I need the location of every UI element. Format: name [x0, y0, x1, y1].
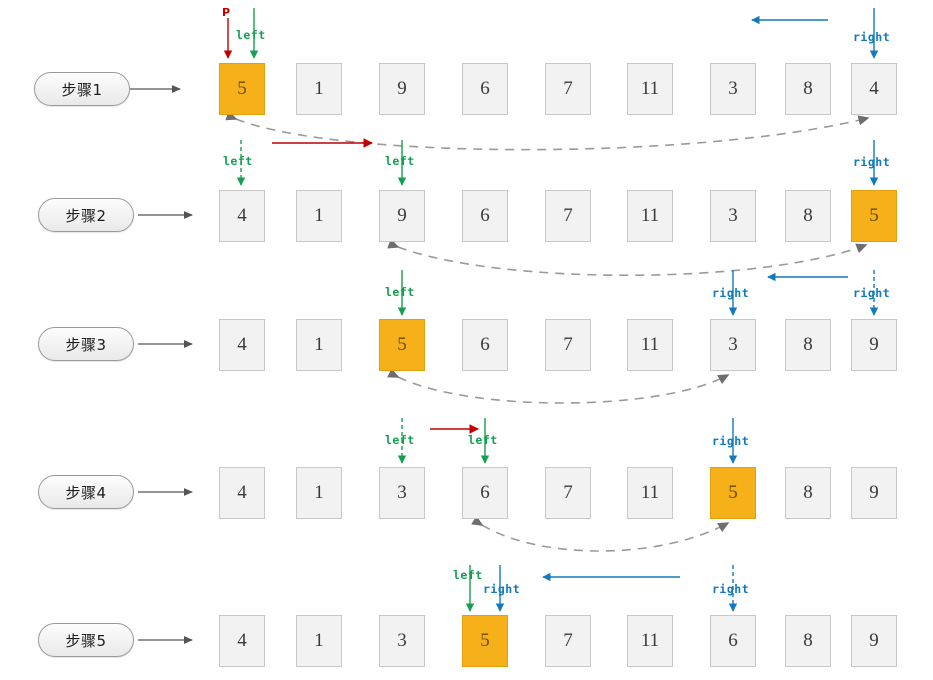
array-cell[interactable]: 1	[296, 615, 342, 667]
array-cell[interactable]: 4	[219, 190, 265, 242]
left-label-row2: left	[385, 154, 415, 168]
array-cell[interactable]: 9	[851, 615, 897, 667]
array-cell[interactable]: 4	[219, 319, 265, 371]
row2-pointers	[236, 138, 879, 186]
step-label-1: 步骤1	[34, 72, 130, 106]
array-cell[interactable]: 5	[379, 319, 425, 371]
row1-pointers	[223, 8, 879, 59]
array-cell[interactable]: 11	[627, 63, 673, 115]
right-label-row1: right	[853, 30, 891, 44]
array-cell[interactable]: 3	[379, 615, 425, 667]
array-cell[interactable]: 4	[851, 63, 897, 115]
right-label-row3: right	[712, 286, 750, 300]
step-label-text: 步骤3	[65, 335, 107, 354]
array-cell[interactable]: 1	[296, 467, 342, 519]
row3-pointers	[397, 270, 879, 316]
left-label-row3: left	[385, 285, 415, 299]
row2-swap-arc	[387, 238, 868, 277]
array-cell[interactable]: 7	[545, 319, 591, 371]
array-cell[interactable]: 9	[851, 319, 897, 371]
array-cell[interactable]: 5	[851, 190, 897, 242]
array-cell[interactable]: 9	[379, 190, 425, 242]
left-label-row4: left	[468, 433, 498, 447]
array-cell[interactable]: 8	[785, 615, 831, 667]
array-cell[interactable]: 8	[785, 467, 831, 519]
array-cell[interactable]: 1	[296, 319, 342, 371]
array-cell[interactable]: 9	[851, 467, 897, 519]
right-prev-label-row3: right	[853, 286, 891, 300]
array-cell[interactable]: 3	[710, 63, 756, 115]
array-cell[interactable]: 8	[785, 319, 831, 371]
array-cell[interactable]: 1	[296, 190, 342, 242]
step-label-text: 步骤1	[61, 80, 103, 99]
right-label-row5: right	[483, 582, 521, 596]
array-cell[interactable]: 6	[462, 467, 508, 519]
step-label-text: 步骤5	[65, 631, 107, 650]
array-cell[interactable]: 5	[710, 467, 756, 519]
array-cell[interactable]: 9	[379, 63, 425, 115]
row4-pointers	[397, 418, 738, 464]
right-label-row4: right	[712, 434, 750, 448]
array-cell[interactable]: 11	[627, 319, 673, 371]
array-cell[interactable]: 5	[219, 63, 265, 115]
row1-swap-arc	[225, 110, 870, 151]
array-cell[interactable]: 1	[296, 63, 342, 115]
left-label-row1: left	[236, 28, 266, 42]
row3-swap-arc	[387, 368, 730, 404]
left-prev-label-row4: left	[385, 433, 415, 447]
left-prev-label-row2: left	[223, 154, 253, 168]
array-cell[interactable]: 7	[545, 615, 591, 667]
array-cell[interactable]: 11	[627, 190, 673, 242]
right-prev-label-row5: right	[712, 582, 750, 596]
array-cell[interactable]: 11	[627, 615, 673, 667]
array-cell[interactable]: 8	[785, 63, 831, 115]
array-cell[interactable]: 11	[627, 467, 673, 519]
array-cell[interactable]: 3	[379, 467, 425, 519]
step-label-5: 步骤5	[38, 623, 134, 657]
array-cell[interactable]: 3	[710, 319, 756, 371]
diagram-canvas: 步骤1 步骤2 步骤3 步骤4 步骤5 5 1 9 6 7 11 3 8 4 4…	[0, 0, 933, 680]
step-label-3: 步骤3	[38, 327, 134, 361]
array-cell[interactable]: 7	[545, 467, 591, 519]
array-cell[interactable]: 4	[219, 615, 265, 667]
step-label-2: 步骤2	[38, 198, 134, 232]
array-cell[interactable]: 6	[462, 63, 508, 115]
step-label-text: 步骤2	[65, 206, 107, 225]
pivot-label-row1: P	[222, 6, 231, 19]
step-connector-arrows	[130, 85, 194, 644]
right-label-row2: right	[853, 155, 891, 169]
array-cell[interactable]: 7	[545, 190, 591, 242]
array-cell[interactable]: 4	[219, 467, 265, 519]
array-cell[interactable]: 6	[710, 615, 756, 667]
step-label-text: 步骤4	[65, 483, 107, 502]
left-label-row5: left	[453, 568, 483, 582]
array-cell[interactable]: 8	[785, 190, 831, 242]
array-cell[interactable]: 5	[462, 615, 508, 667]
array-cell[interactable]: 6	[462, 319, 508, 371]
array-cell[interactable]: 7	[545, 63, 591, 115]
array-cell[interactable]: 3	[710, 190, 756, 242]
row4-swap-arc	[471, 515, 730, 552]
step-label-4: 步骤4	[38, 475, 134, 509]
array-cell[interactable]: 6	[462, 190, 508, 242]
